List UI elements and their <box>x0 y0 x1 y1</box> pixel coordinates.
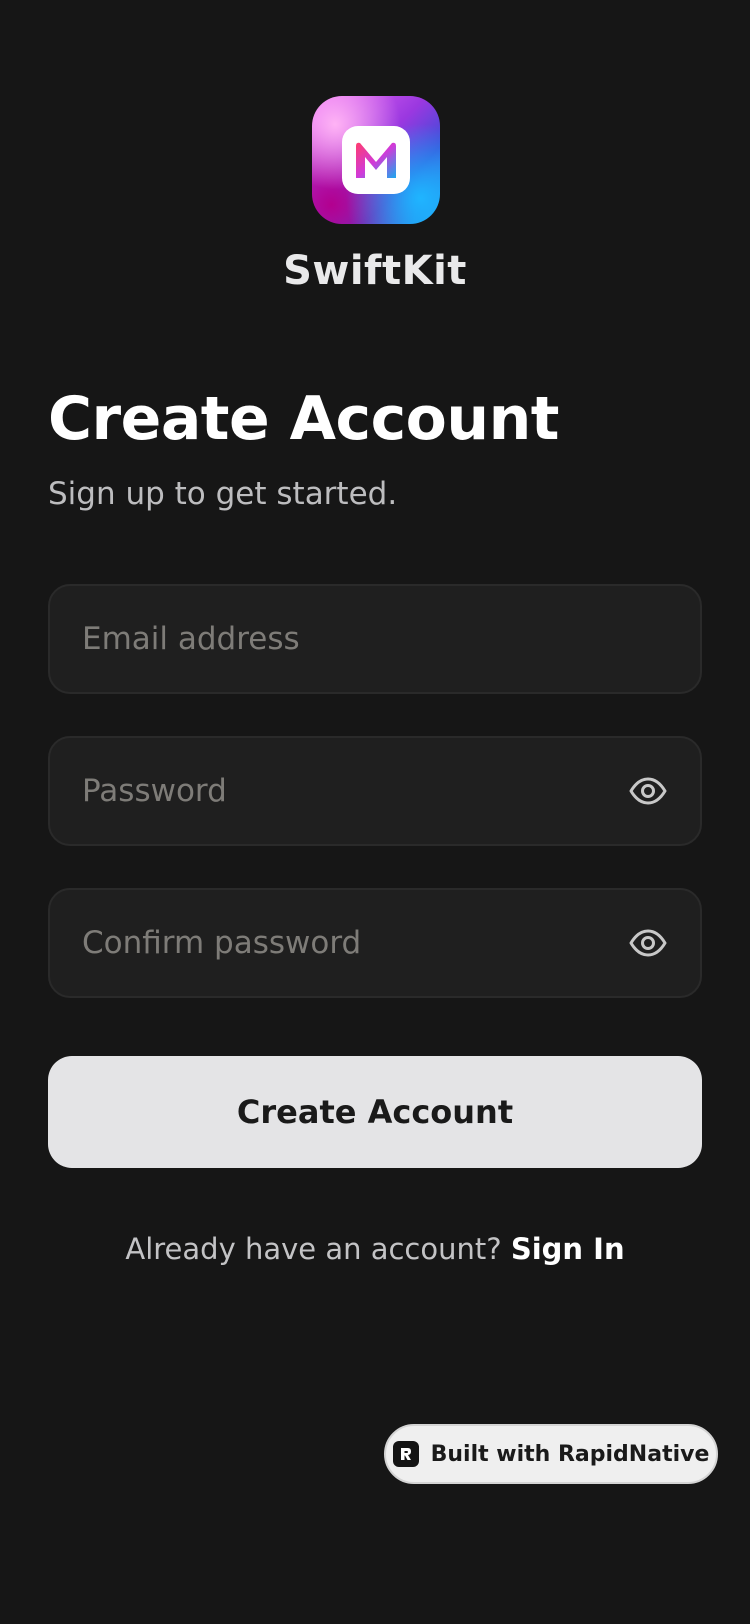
built-with-badge-label: Built with RapidNative <box>430 1441 710 1467</box>
confirm-password-visibility-toggle[interactable] <box>628 923 668 963</box>
swiftkit-m-logo-icon <box>356 142 396 178</box>
eye-icon <box>629 777 667 805</box>
email-input[interactable] <box>82 621 668 657</box>
sign-in-prompt-text: Already have an account? <box>125 1232 502 1266</box>
eye-icon <box>629 929 667 957</box>
app-name: SwiftKit <box>283 248 467 294</box>
sign-up-screen: SwiftKit Create Account Sign up to get s… <box>0 0 750 1624</box>
app-logo-background <box>312 96 440 224</box>
page-title: Create Account <box>48 384 559 454</box>
create-account-button[interactable]: Create Account <box>48 1056 702 1168</box>
rapidnative-r-icon <box>400 1448 411 1460</box>
app-logo-tile <box>342 126 410 194</box>
confirm-password-input[interactable] <box>82 925 628 961</box>
app-logo <box>312 96 440 224</box>
page-subtitle: Sign up to get started. <box>48 476 398 512</box>
rapidnative-logo-icon <box>392 1441 419 1467</box>
sign-in-prompt: Already have an account? Sign In <box>0 1232 750 1266</box>
confirm-password-field-container[interactable] <box>48 888 702 998</box>
password-field-container[interactable] <box>48 736 702 846</box>
password-input[interactable] <box>82 773 628 809</box>
built-with-badge[interactable]: Built with RapidNative <box>384 1424 718 1484</box>
password-visibility-toggle[interactable] <box>628 771 668 811</box>
email-field-container[interactable] <box>48 584 702 694</box>
sign-in-link[interactable]: Sign In <box>511 1232 625 1266</box>
